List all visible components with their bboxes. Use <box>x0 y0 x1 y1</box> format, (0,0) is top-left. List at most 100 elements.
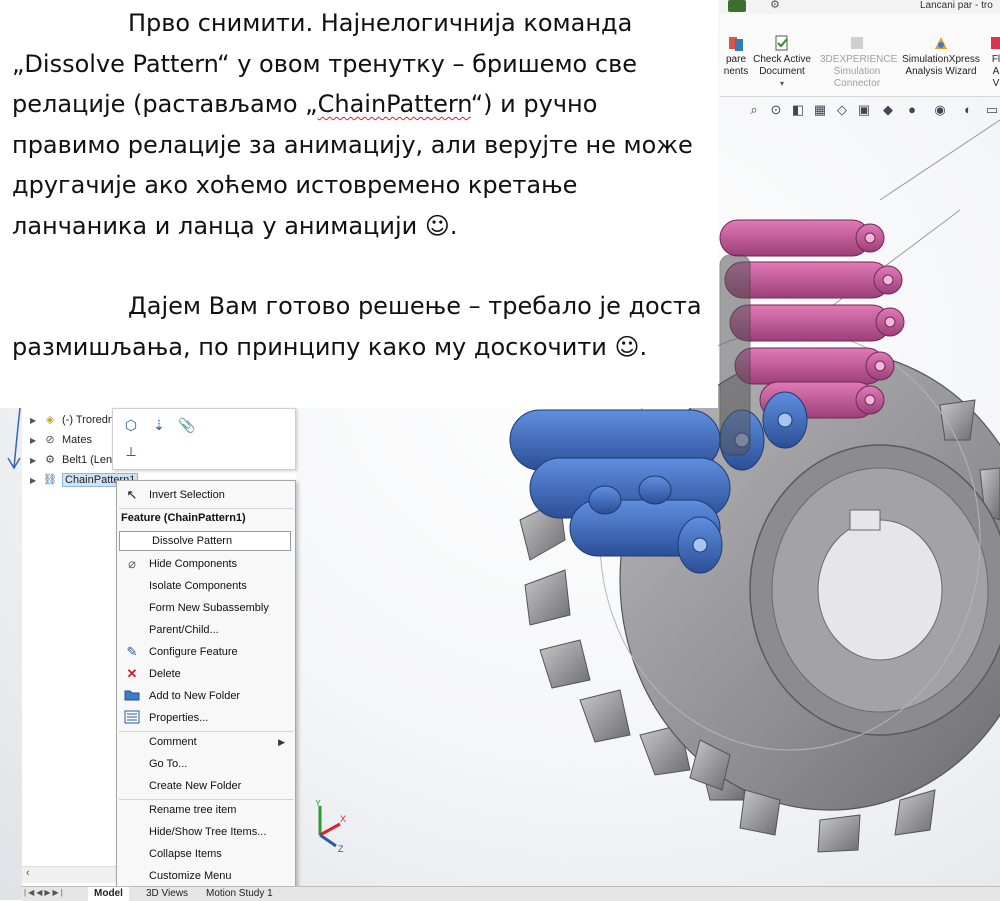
tab-motion-study[interactable]: Motion Study 1 <box>200 887 279 901</box>
menu-separator <box>119 508 293 509</box>
menu-item-rename-tree-item[interactable]: Rename tree item <box>117 799 295 821</box>
belt-icon: ⚙ <box>45 454 55 466</box>
chainpattern-word: ChainPattern <box>317 90 471 118</box>
title-bar: ⚙ Lancani par - tro <box>720 0 1000 14</box>
check-active-label: Check Active Document <box>753 54 811 77</box>
menu-item-label: Isolate Components <box>149 580 247 592</box>
view-orientation-icon[interactable]: ▣ <box>856 102 872 118</box>
instruction-note: Прво снимити. Најнелогичнија команда „Di… <box>0 0 718 408</box>
display-style-icon[interactable]: ◆ <box>880 102 896 118</box>
menu-item-delete[interactable]: ✕ Delete <box>117 663 295 685</box>
svg-text:Y: Y <box>315 800 321 808</box>
3dexperience-connector-button[interactable]: 3DEXPERIENCE Simulation Connector <box>820 34 898 90</box>
expand-arrow-icon[interactable]: ▶ <box>30 476 42 485</box>
part-icon: ◈ <box>45 414 55 426</box>
window-title: Lancani par - tro <box>920 0 993 11</box>
menu-item-label: Hide Components <box>149 558 238 570</box>
expand-arrow-icon[interactable]: ▶ <box>30 456 42 465</box>
tree-node-belt[interactable]: ▶ ⚙ Belt1 (Len <box>30 450 112 470</box>
edit-component-icon[interactable]: ⬡ <box>121 417 141 437</box>
check-document-icon <box>773 34 791 52</box>
hide-show-items-icon[interactable]: ● <box>904 102 920 118</box>
menu-item-label: Parent/Child... <box>149 624 219 636</box>
expand-arrow-icon[interactable]: ▶ <box>30 416 42 425</box>
previous-view-icon[interactable]: ◧ <box>790 102 806 118</box>
menu-section-header: Feature (ChainPattern1) <box>121 512 246 524</box>
zoom-area-icon[interactable]: ⊙ <box>768 102 784 118</box>
menu-item-form-new-subassembly[interactable]: Form New Subassembly <box>117 597 295 619</box>
apply-scene-icon[interactable]: ◐ <box>960 102 976 118</box>
svg-text:X: X <box>340 814 346 824</box>
menu-item-hide-components[interactable]: ⌀ Hide Components <box>117 553 295 575</box>
menu-item-go-to[interactable]: Go To... <box>117 753 295 775</box>
compare-label: pare nents <box>723 54 749 77</box>
tab-3d-views[interactable]: 3D Views <box>140 887 194 901</box>
move-component-icon[interactable]: ⟂ <box>121 443 141 463</box>
edit-appearance-icon[interactable]: ◉ <box>932 102 948 118</box>
menu-item-isolate-components[interactable]: Isolate Components <box>117 575 295 597</box>
bottom-tabs: |◀◀▶▶| Model 3D Views Motion Study 1 <box>22 886 1000 901</box>
simulationxpress-label: SimulationXpress Analysis Wizard <box>902 54 980 77</box>
command-manager-ribbon: pare nents Check Active Document ▾ 3DEXP… <box>720 14 1000 97</box>
menu-item-comment[interactable]: Comment ▶ <box>117 731 295 753</box>
cursor-icon: ↖ <box>126 487 138 502</box>
menu-item-parent-child[interactable]: Parent/Child... <box>117 619 295 641</box>
expand-arrow-icon[interactable]: ▶ <box>30 436 42 445</box>
menu-item-label: Properties... <box>149 712 209 724</box>
context-menu: ↖ Invert Selection Feature (ChainPattern… <box>116 480 296 892</box>
delete-x-icon: ✕ <box>126 666 138 681</box>
menu-item-hide-show-tree-items[interactable]: Hide/Show Tree Items... <box>117 821 295 843</box>
check-active-document-button[interactable]: Check Active Document ▾ <box>750 34 814 90</box>
menu-item-label: Collapse Items <box>149 848 222 860</box>
menu-item-configure-feature[interactable]: ✎ Configure Feature <box>117 641 295 663</box>
folder-icon <box>121 688 143 704</box>
scroll-left-icon[interactable]: ‹ <box>26 867 30 879</box>
svg-text:Z: Z <box>338 844 344 854</box>
menu-item-label: Dissolve Pattern <box>152 535 233 547</box>
menu-item-invert-selection[interactable]: ↖ Invert Selection <box>117 484 295 506</box>
menu-item-label: Invert Selection <box>149 489 225 501</box>
flow-icon <box>988 34 1000 52</box>
hide-icon: ⌀ <box>128 556 136 571</box>
note-paragraph-2: Дајем Вам готово решење – требало је дос… <box>12 292 702 361</box>
tree-node-label: Mates <box>62 434 92 446</box>
section-view-icon[interactable]: ▦ <box>812 102 828 118</box>
heads-up-view-toolbar: ⌕ ⊙ ◧ ▦ ◇ ▣ ◆ ● ◉ ◐ ▭ <box>720 96 1000 124</box>
flow-analysis-button[interactable]: Fl A V <box>988 34 1000 90</box>
menu-item-label: Hide/Show Tree Items... <box>149 826 267 838</box>
menu-item-label: Go To... <box>149 758 188 770</box>
menu-item-create-new-folder[interactable]: Create New Folder <box>117 775 295 797</box>
dynamic-annotation-icon[interactable]: ◇ <box>834 102 850 118</box>
rollback-icon[interactable]: ⇣ <box>149 417 169 437</box>
tree-node-troredni[interactable]: ▶ ◈ (-) Troredni <box>30 410 116 430</box>
tab-navigation-arrows-icon[interactable]: |◀◀▶▶| <box>24 888 84 900</box>
tab-model[interactable]: Model <box>88 887 129 901</box>
options-gear-icon[interactable]: ⚙ <box>770 0 780 11</box>
simulationxpress-icon <box>932 34 950 52</box>
configure-pencil-icon: ✎ <box>126 644 138 659</box>
menu-item-add-to-new-folder[interactable]: Add to New Folder <box>117 685 295 707</box>
note-paragraph-1: Прво снимити. Најнелогичнија команда „Di… <box>12 9 693 240</box>
simulationxpress-button[interactable]: SimulationXpress Analysis Wizard <box>896 34 986 78</box>
paperclip-icon[interactable]: 📎 <box>177 417 197 437</box>
chevron-down-icon[interactable]: ▾ <box>750 78 814 90</box>
tree-node-mates[interactable]: ▶ ⊘ Mates <box>30 430 92 450</box>
tree-node-label: Belt1 (Len <box>62 454 113 466</box>
menu-item-customize-menu[interactable]: Customize Menu <box>117 865 295 887</box>
zoom-to-fit-icon[interactable]: ⌕ <box>746 102 762 118</box>
reference-triad-icon: Y X Z <box>315 800 346 854</box>
menu-item-label: Add to New Folder <box>149 690 241 702</box>
menu-item-label: Delete <box>149 668 181 680</box>
menu-item-label: Rename tree item <box>149 804 237 816</box>
menu-item-properties[interactable]: Properties... <box>117 707 295 729</box>
menu-item-label: Customize Menu <box>149 870 232 882</box>
quick-access-icon[interactable] <box>728 0 746 12</box>
3dexperience-icon <box>848 34 866 52</box>
menu-item-collapse-items[interactable]: Collapse Items <box>117 843 295 865</box>
menu-item-dissolve-pattern[interactable]: Dissolve Pattern <box>119 531 291 551</box>
mates-icon: ⊘ <box>45 434 55 446</box>
view-settings-icon[interactable]: ▭ <box>984 102 1000 118</box>
properties-icon <box>121 710 143 727</box>
3dexperience-label: 3DEXPERIENCE Simulation Connector <box>820 54 898 89</box>
context-toolbar: ⬡ ⇣ 📎 ⟂ <box>112 408 296 470</box>
